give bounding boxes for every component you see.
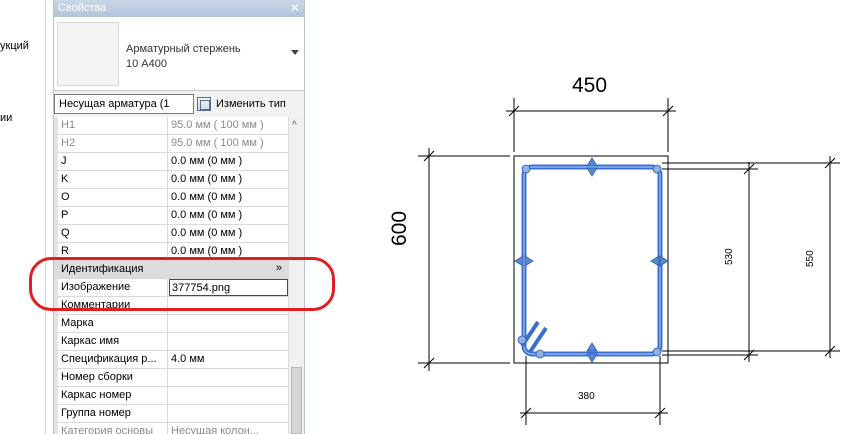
property-name: P xyxy=(58,207,168,224)
property-value[interactable]: 95.0 мм ( 100 мм ) xyxy=(169,117,288,134)
property-name: J xyxy=(58,153,168,170)
shape-handle-bottom[interactable] xyxy=(586,353,598,363)
edit-type-icon xyxy=(197,97,211,111)
shape-handle-bottom[interactable] xyxy=(586,342,598,352)
property-value[interactable] xyxy=(169,405,288,422)
instance-filter-row: Несущая арматура (1 Изменить тип xyxy=(54,92,304,116)
property-name: Каркас номер xyxy=(58,387,168,404)
properties-title-bar: Свойства ✕ xyxy=(54,0,304,17)
property-name: Группа номер xyxy=(58,405,168,422)
property-name: K xyxy=(58,171,168,188)
property-row[interactable]: J 0.0 мм (0 мм ) xyxy=(54,153,288,171)
property-row[interactable]: Группа номер xyxy=(54,405,288,423)
property-name: Спецификация р... xyxy=(58,351,168,368)
edit-type-button[interactable]: Изменить тип xyxy=(197,94,305,114)
property-value[interactable]: 4.0 мм xyxy=(169,351,288,368)
type-preview-image xyxy=(57,22,119,86)
property-value[interactable]: Несущая колон... xyxy=(169,423,288,434)
property-value[interactable]: 0.0 мм (0 мм ) xyxy=(169,153,288,170)
close-icon[interactable]: ✕ xyxy=(290,0,300,17)
column-outline xyxy=(513,155,669,364)
type-selector[interactable]: Арматурный стержень 10 А400 xyxy=(54,17,304,91)
grip-point[interactable] xyxy=(521,164,531,174)
shape-handle-top[interactable] xyxy=(586,157,598,167)
property-name: Номер сборки xyxy=(58,369,168,386)
property-name: H1 xyxy=(58,117,168,134)
shape-handle-right[interactable] xyxy=(659,255,669,267)
property-row[interactable]: Категория основы Несущая колон... xyxy=(54,423,288,434)
shape-handle-right[interactable] xyxy=(650,255,660,267)
dimension-label-inner-height: 530 xyxy=(724,248,735,265)
dimension-label-height: 600 xyxy=(388,210,411,246)
property-value[interactable]: 0.0 мм (0 мм ) xyxy=(169,189,288,206)
section-drawing xyxy=(418,98,840,425)
property-name: Каркас имя xyxy=(58,333,168,350)
property-row[interactable]: O 0.0 мм (0 мм ) xyxy=(54,189,288,207)
property-value[interactable]: 0.0 мм (0 мм ) xyxy=(169,171,288,188)
property-row[interactable]: K 0.0 мм (0 мм ) xyxy=(54,171,288,189)
property-row[interactable]: Q 0.0 мм (0 мм ) xyxy=(54,225,288,243)
dimension-label-outer-height: 550 xyxy=(805,250,816,267)
grip-point[interactable] xyxy=(517,335,527,345)
scrollbar-thumb[interactable] xyxy=(291,367,302,434)
property-value[interactable] xyxy=(169,333,288,350)
property-value[interactable] xyxy=(169,387,288,404)
property-name: Q xyxy=(58,225,168,242)
property-name: O xyxy=(58,189,168,206)
property-value[interactable] xyxy=(169,369,288,386)
property-name: H2 xyxy=(58,135,168,152)
edit-type-label: Изменить тип xyxy=(216,98,286,110)
grip-point[interactable] xyxy=(652,347,662,357)
property-value[interactable]: 95.0 мм ( 100 мм ) xyxy=(169,135,288,152)
properties-palette: Свойства ✕ Арматурный стержень 10 А400 Н… xyxy=(53,0,305,434)
red-highlight-annotation xyxy=(29,257,335,311)
property-row[interactable]: Номер сборки xyxy=(54,369,288,387)
properties-title: Свойства xyxy=(58,2,107,14)
shape-handle-top[interactable] xyxy=(586,167,598,177)
type-name: Арматурный стержень 10 А400 xyxy=(126,42,241,72)
chevron-down-icon[interactable] xyxy=(291,50,299,55)
drawing-view[interactable]: 450 600 380 530 550 xyxy=(350,0,853,434)
property-name: Марка xyxy=(58,315,168,332)
dimension-label-bottom: 380 xyxy=(578,391,595,402)
project-browser-panel: укций ии xyxy=(0,0,46,434)
grip-point[interactable] xyxy=(535,349,545,359)
property-row[interactable]: Марка xyxy=(54,315,288,333)
shape-handle-left[interactable] xyxy=(524,255,534,267)
property-row[interactable]: H2 95.0 мм ( 100 мм ) xyxy=(54,135,288,153)
project-browser-item[interactable]: укций xyxy=(0,40,29,52)
property-value[interactable]: 0.0 мм (0 мм ) xyxy=(169,225,288,242)
property-name: Категория основы xyxy=(58,423,168,434)
instance-filter-dropdown[interactable]: Несущая арматура (1 xyxy=(54,94,194,114)
property-value[interactable]: 0.0 мм (0 мм ) xyxy=(169,207,288,224)
property-row[interactable]: Спецификация р... 4.0 мм xyxy=(54,351,288,369)
stirrup-rebar[interactable] xyxy=(521,164,663,357)
property-row[interactable]: Каркас номер xyxy=(54,387,288,405)
property-row[interactable]: H1 95.0 мм ( 100 мм ) xyxy=(54,117,288,135)
grip-point[interactable] xyxy=(652,164,662,174)
stirrup-rebar-highlight xyxy=(523,166,661,355)
project-browser-item[interactable]: ии xyxy=(0,112,12,124)
scroll-up-icon[interactable]: ^ xyxy=(292,120,297,131)
shape-handle-left[interactable] xyxy=(514,255,524,267)
dimension-label-width: 450 xyxy=(572,74,608,97)
property-value[interactable] xyxy=(169,315,288,332)
property-row[interactable]: Каркас имя xyxy=(54,333,288,351)
type-family-label: Арматурный стержень xyxy=(126,43,241,55)
property-row[interactable]: P 0.0 мм (0 мм ) xyxy=(54,207,288,225)
type-size-label: 10 А400 xyxy=(126,58,167,70)
